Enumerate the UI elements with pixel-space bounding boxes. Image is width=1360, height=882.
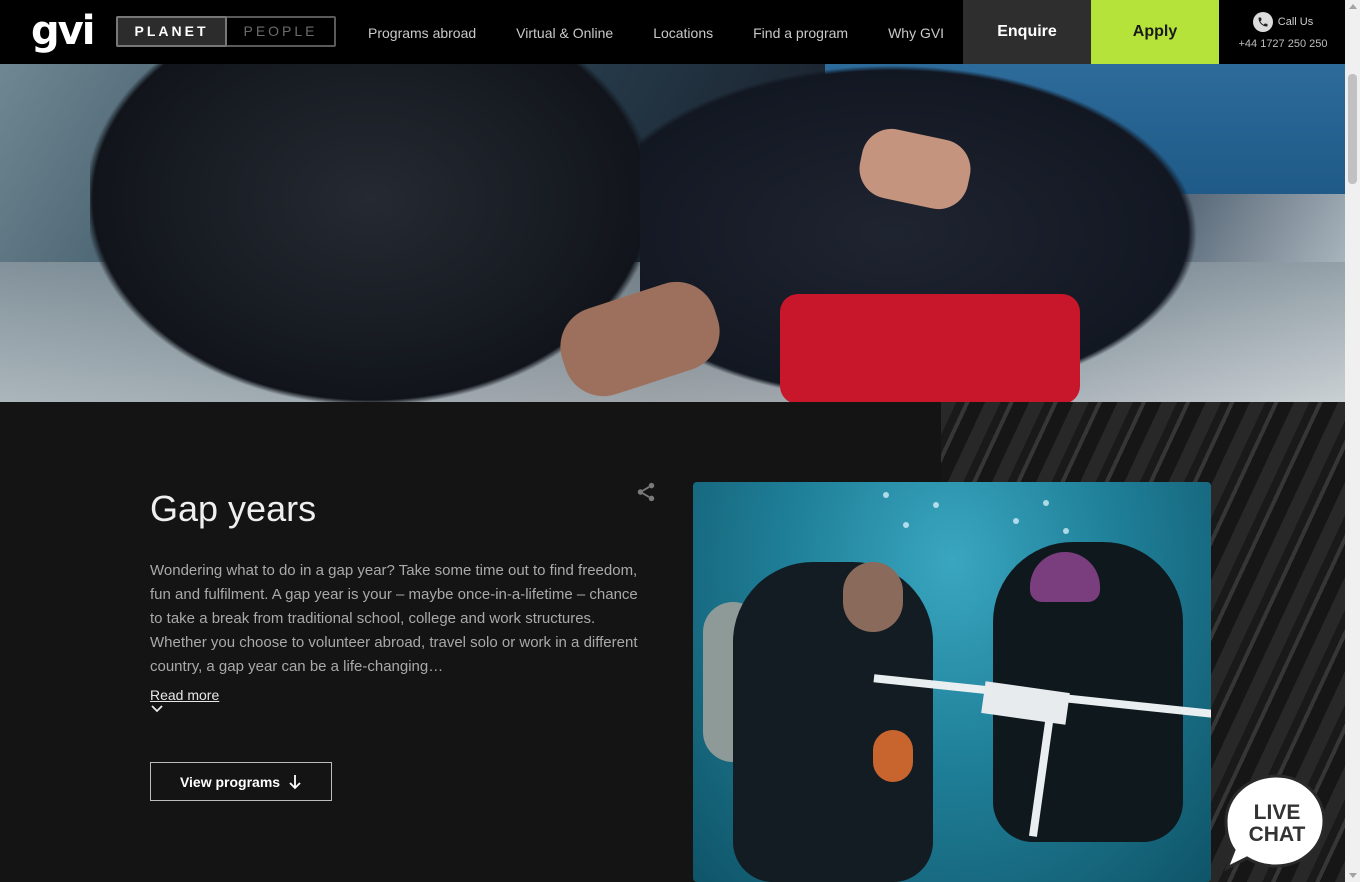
toggle-planet[interactable]: PLANET	[116, 16, 227, 47]
call-us[interactable]: Call Us +44 1727 250 250	[1228, 10, 1338, 50]
gvi-logo[interactable]: gvi	[31, 9, 95, 55]
divers-underwater-photo	[693, 482, 1211, 882]
read-more-link[interactable]: Read more	[150, 687, 219, 703]
hero-image	[0, 64, 1345, 402]
nav-virtual-online[interactable]: Virtual & Online	[496, 0, 633, 64]
main-nav: Programs abroad Virtual & Online Locatio…	[348, 0, 964, 64]
scroll-down-icon[interactable]	[1349, 873, 1357, 878]
nav-programs-abroad[interactable]: Programs abroad	[348, 0, 496, 64]
site-header: gvi PLANET PEOPLE Programs abroad Virtua…	[0, 0, 1345, 64]
apply-button[interactable]: Apply	[1091, 0, 1219, 64]
share-icon[interactable]	[635, 481, 657, 508]
chevron-down-icon[interactable]	[150, 704, 164, 714]
enquire-button[interactable]: Enquire	[963, 0, 1091, 64]
phone-number[interactable]: +44 1727 250 250	[1228, 38, 1338, 50]
view-programs-label: View programs	[179, 773, 281, 790]
planet-people-toggle[interactable]: PLANET PEOPLE	[116, 16, 336, 47]
toggle-people[interactable]: PEOPLE	[227, 18, 334, 45]
nav-find-a-program[interactable]: Find a program	[733, 0, 868, 64]
arrow-down-icon	[289, 774, 301, 789]
speech-bubble-icon: LIVE CHAT	[1224, 774, 1326, 872]
nav-locations[interactable]: Locations	[633, 0, 733, 64]
view-programs-button[interactable]: View programs	[150, 762, 332, 801]
page-scrollbar[interactable]	[1345, 0, 1360, 882]
phone-icon	[1252, 12, 1273, 32]
gap-years-section: Gap years Wondering what to do in a gap …	[0, 402, 1345, 882]
section-title: Gap years	[150, 488, 317, 529]
live-chat-line2: CHAT	[1249, 823, 1306, 846]
section-description: Wondering what to do in a gap year? Take…	[150, 562, 638, 675]
live-chat-line1: LIVE	[1254, 801, 1301, 824]
scrollbar-thumb[interactable]	[1348, 74, 1357, 184]
live-chat-button[interactable]: LIVE CHAT	[1221, 773, 1327, 873]
call-us-label: Call Us	[1277, 16, 1314, 28]
nav-why-gvi[interactable]: Why GVI	[868, 0, 964, 64]
scroll-up-icon[interactable]	[1349, 4, 1357, 9]
